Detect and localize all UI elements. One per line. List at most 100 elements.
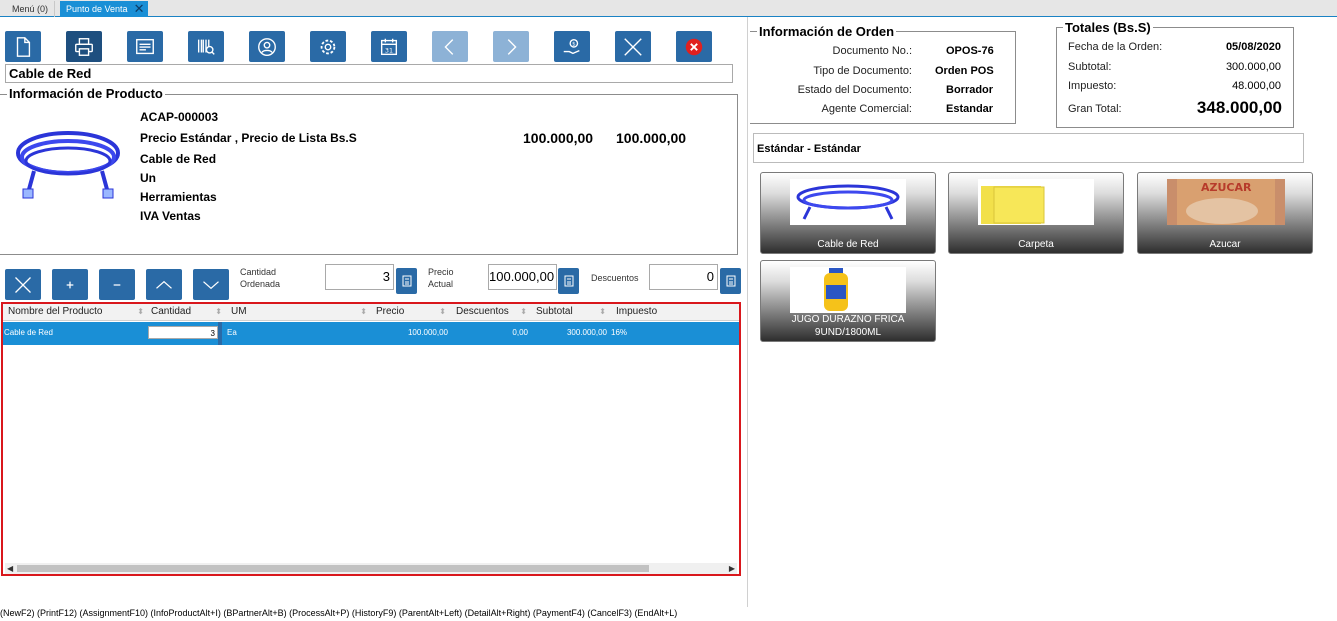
product-card-jugo[interactable]: JUGO DURAZNO FRICA 9UND/1800ML — [760, 260, 936, 342]
panel-divider — [747, 17, 748, 607]
delete-line-button[interactable] — [5, 269, 41, 300]
doc-type-label: Tipo de Documento: — [813, 65, 912, 77]
qty-label: Cantidad Ordenada — [240, 267, 281, 289]
order-info-title: Información de Orden — [757, 24, 897, 39]
totals-title: Totales (Bs.S) — [1063, 20, 1153, 35]
minus-icon — [113, 283, 121, 286]
list-price: 100.000,00 — [616, 130, 687, 146]
col-price-header[interactable]: Precio ⬍ — [373, 304, 450, 321]
subtotal-value: 300.000,00 — [1225, 61, 1281, 73]
col-label: Cantidad — [151, 306, 192, 317]
qty-input[interactable]: 3 — [325, 264, 394, 290]
col-label: Descuentos — [456, 306, 509, 317]
cell-subtotal: 300.000,00 — [566, 328, 607, 337]
agent-text: Estandar — [946, 103, 994, 115]
close-tab-icon[interactable]: ✕ — [134, 1, 145, 16]
product-card-image — [790, 267, 906, 313]
chevron-left-icon — [444, 38, 454, 55]
price-list-selector[interactable]: Estándar - Estándar — [753, 133, 1304, 163]
horizontal-scrollbar[interactable]: ◀ ▶ — [5, 563, 737, 574]
product-card-image — [978, 179, 1094, 225]
assignment-button[interactable] — [127, 31, 163, 62]
col-product-header[interactable]: Nombre del Producto ⬍ — [5, 304, 148, 321]
increase-qty-button[interactable] — [52, 269, 88, 300]
move-down-button[interactable] — [193, 269, 229, 300]
scrollbar-thumb[interactable] — [17, 565, 649, 572]
subtotal-label: Subtotal: — [1068, 61, 1112, 73]
qty-spinner[interactable] — [218, 322, 222, 345]
doc-no-label: Documento No.: — [832, 45, 912, 57]
tab-menu[interactable]: Menú (0) — [6, 1, 56, 17]
assignment-icon — [136, 38, 154, 54]
cancel-button[interactable] — [615, 31, 651, 62]
product-card-azucar[interactable]: AZUCAR Azucar — [1137, 172, 1313, 254]
grand-total-value: 348.000,00 — [1196, 98, 1282, 117]
status-label: Estado del Documento: — [797, 84, 912, 96]
payment-button[interactable]: $ — [554, 31, 590, 62]
new-order-button[interactable] — [5, 31, 41, 62]
discount-input[interactable]: 0 — [649, 264, 718, 290]
product-image — [10, 113, 126, 203]
product-info-title: Información de Producto — [7, 86, 165, 101]
qty-calculator-button[interactable] — [396, 268, 417, 294]
move-up-button[interactable] — [146, 269, 182, 300]
chevron-up-icon — [156, 280, 172, 289]
payment-hand-icon: $ — [563, 38, 580, 54]
price-label: Precio Actual — [428, 267, 454, 289]
scroll-right-icon[interactable]: ▶ — [729, 563, 735, 574]
col-label: UM — [231, 306, 247, 317]
agent-value[interactable]: Estandar — [946, 103, 993, 115]
doc-no-value: OPOS-76 — [946, 45, 994, 57]
table-row[interactable]: Cable de Red 3 Ea 100.000,00 0,00 300.00… — [3, 322, 739, 345]
svg-text:AZUCAR: AZUCAR — [1201, 181, 1252, 194]
order-lines-grid: Nombre del Producto ⬍ Cantidad ⬍ UM ⬍ Preci… — [1, 302, 741, 576]
close-icon — [15, 276, 31, 293]
col-subtotal-header[interactable]: Subtotal ⬍ — [533, 304, 610, 321]
print-button[interactable] — [66, 31, 102, 62]
doc-type-value: Orden POS — [935, 65, 994, 77]
product-card-carpeta[interactable]: Carpeta — [948, 172, 1124, 254]
exit-button[interactable] — [676, 31, 712, 62]
tab-bar: Menú (0) Punto de Venta ✕ — [0, 0, 1337, 17]
col-tax-header[interactable]: Impuesto — [613, 304, 723, 321]
col-label: Subtotal — [536, 306, 573, 317]
process-button[interactable] — [310, 31, 346, 62]
col-uom-header[interactable]: UM ⬍ — [228, 304, 371, 321]
decrease-qty-button[interactable] — [99, 269, 135, 300]
cell-qty-input[interactable]: 3 — [148, 326, 218, 339]
next-button[interactable] — [493, 31, 529, 62]
price-calculator-button[interactable] — [558, 268, 579, 294]
cell-discount: 0,00 — [512, 328, 528, 337]
product-price-labels: Precio Estándar , Precio de Lista Bs.S — [140, 131, 357, 145]
product-card-name: Azucar — [1209, 239, 1241, 250]
product-card-image: AZUCAR — [1167, 179, 1285, 225]
business-partner-button[interactable] — [249, 31, 285, 62]
discount-label: Descuentos — [591, 273, 639, 283]
tax-value: 48.000,00 — [1232, 80, 1281, 92]
svg-text:$: $ — [572, 41, 576, 47]
product-uom: Un — [140, 171, 156, 185]
scroll-left-icon[interactable]: ◀ — [7, 563, 13, 574]
close-icon — [624, 37, 642, 56]
chevron-down-icon — [203, 280, 219, 289]
discount-calculator-button[interactable] — [720, 268, 741, 294]
col-qty-header[interactable]: Cantidad ⬍ — [148, 304, 226, 321]
info-product-button[interactable] — [188, 31, 224, 62]
col-label: Precio — [376, 306, 405, 317]
history-button[interactable]: 31 — [371, 31, 407, 62]
product-search-input[interactable]: Cable de Red — [5, 64, 733, 83]
tax-label: Impuesto: — [1068, 80, 1117, 92]
new-document-icon — [16, 36, 31, 57]
col-discount-header[interactable]: Descuentos ⬍ — [453, 304, 531, 321]
product-card-cable[interactable]: Cable de Red — [760, 172, 936, 254]
gear-icon — [320, 39, 336, 54]
tab-punto-de-venta[interactable]: Punto de Venta ✕ — [60, 1, 148, 17]
sort-icon: ⬍ — [215, 307, 222, 316]
shortcut-help-bar: (NewF2) (PrintF12) (AssignmentF10) (Info… — [0, 608, 678, 618]
calculator-icon — [402, 275, 411, 287]
price-input[interactable]: 100.000,00 — [488, 264, 557, 290]
status-value: Borrador — [946, 84, 994, 96]
sort-icon: ⬍ — [599, 307, 606, 316]
previous-button[interactable] — [432, 31, 468, 62]
product-name: Cable de Red — [140, 152, 217, 166]
